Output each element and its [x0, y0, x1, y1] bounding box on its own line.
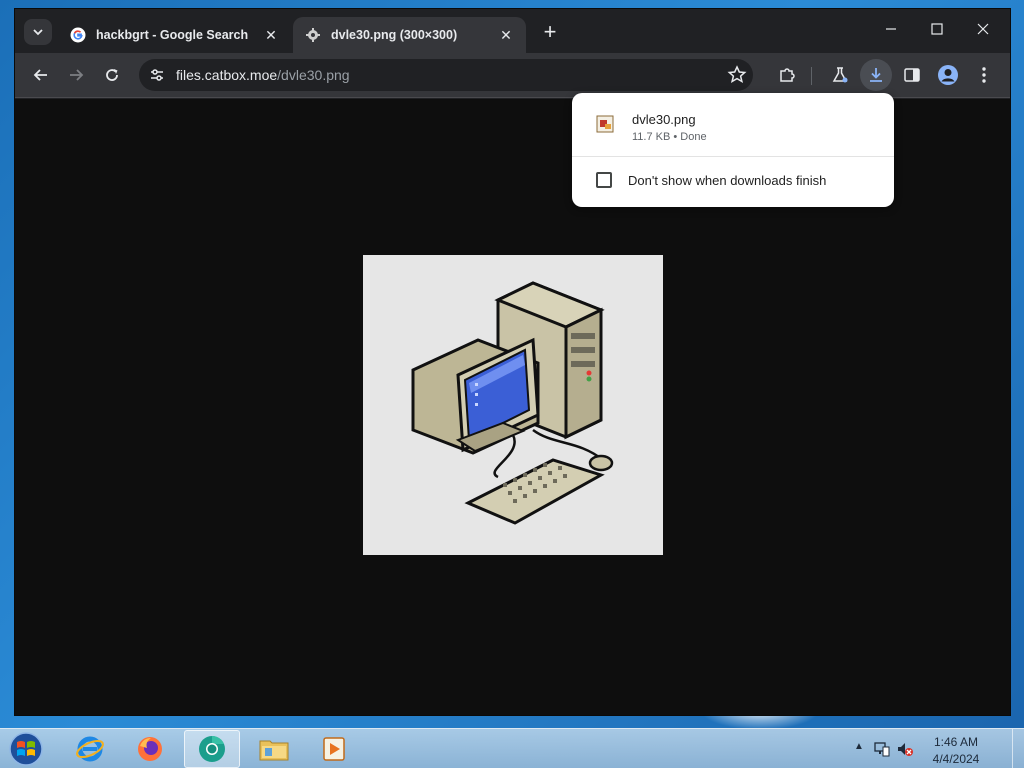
volume-muted-icon[interactable] [896, 741, 914, 757]
profile-button[interactable] [936, 63, 960, 87]
taskbar-file-explorer[interactable] [246, 730, 302, 768]
gear-favicon-icon [306, 28, 320, 42]
browser-window: hackbgrt - Google Search ✕ dvle30.png (3… [14, 8, 1011, 716]
taskbar-chrome[interactable] [184, 730, 240, 768]
close-icon [977, 23, 989, 35]
show-hidden-icons-button[interactable]: ▲ [854, 741, 864, 752]
dont-show-checkbox[interactable] [596, 172, 612, 188]
clock-time[interactable]: 1:46 AM [924, 735, 988, 749]
displayed-image[interactable] [363, 255, 663, 555]
dont-show-label: Don't show when downloads finish [628, 173, 827, 188]
reload-button[interactable] [100, 63, 124, 87]
close-tab-icon[interactable]: ✕ [498, 27, 514, 43]
download-icon [870, 68, 882, 82]
tab-strip: hackbgrt - Google Search ✕ dvle30.png (3… [15, 9, 1010, 53]
new-tab-button[interactable]: + [538, 21, 562, 45]
toolbar-divider [811, 67, 812, 85]
image-file-icon [596, 115, 614, 133]
taskbar-internet-explorer[interactable] [62, 730, 118, 768]
arrow-left-icon [33, 69, 47, 81]
download-item[interactable]: dvle30.png 11.7 KB • Done [572, 93, 894, 157]
tab-image[interactable]: dvle30.png (300×300) ✕ [293, 17, 526, 53]
network-icon[interactable] [874, 741, 890, 757]
windows-logo-icon [9, 732, 43, 766]
taskbar-firefox[interactable] [122, 730, 178, 768]
tab-title: dvle30.png (300×300) [331, 28, 458, 42]
internet-explorer-icon [76, 736, 104, 762]
close-window-button[interactable] [960, 19, 1006, 43]
clock-date[interactable]: 4/4/2024 [924, 752, 988, 766]
back-button[interactable] [29, 63, 53, 87]
maximize-button[interactable] [914, 19, 960, 43]
download-file-name: dvle30.png [632, 112, 696, 127]
close-tab-icon[interactable]: ✕ [263, 27, 279, 43]
kebab-menu-icon [982, 67, 986, 83]
menu-button[interactable] [972, 63, 996, 87]
url-host: files.catbox.moe [176, 67, 278, 83]
downloads-button[interactable] [860, 59, 892, 91]
retro-computer-pixel-art [411, 281, 614, 525]
download-bubble: dvle30.png 11.7 KB • Done Don't show whe… [572, 93, 894, 207]
windows-taskbar: ▲ 1:46 AM 4/4/2024 [0, 728, 1024, 768]
forward-button[interactable] [64, 63, 88, 87]
dont-show-option[interactable]: Don't show when downloads finish [572, 157, 894, 207]
download-status: 11.7 KB • Done [632, 131, 707, 143]
puzzle-icon [780, 68, 795, 82]
reload-icon [106, 69, 118, 81]
minimize-button[interactable] [868, 19, 914, 43]
url-text: files.catbox.moe/dvle30.png [176, 67, 350, 83]
browser-toolbar: files.catbox.moe/dvle30.png [15, 53, 1010, 98]
chevron-down-icon [33, 29, 43, 36]
tab-title: hackbgrt - Google Search [96, 28, 249, 42]
side-panel-button[interactable] [900, 63, 924, 87]
flask-icon [832, 67, 848, 83]
minimize-icon [886, 28, 896, 30]
system-tray: ▲ 1:46 AM 4/4/2024 [854, 729, 1024, 768]
bookmark-star-icon[interactable] [725, 63, 749, 87]
tab-google-search[interactable]: hackbgrt - Google Search ✕ [58, 17, 291, 53]
firefox-icon [138, 737, 162, 761]
labs-button[interactable] [828, 63, 852, 87]
url-path: /dvle30.png [277, 67, 350, 83]
start-button[interactable] [6, 731, 46, 767]
google-g-icon [70, 27, 86, 43]
taskbar-media-player[interactable] [306, 730, 362, 768]
folder-icon [259, 740, 289, 761]
media-player-icon [323, 737, 345, 761]
side-panel-icon [904, 68, 920, 82]
extensions-button[interactable] [775, 63, 799, 87]
avatar-icon [938, 65, 958, 85]
chrome-icon [199, 736, 225, 762]
maximize-icon [931, 23, 943, 35]
show-desktop-button[interactable] [1012, 729, 1024, 768]
arrow-right-icon [70, 69, 84, 81]
address-bar[interactable]: files.catbox.moe/dvle30.png [139, 59, 753, 91]
site-info-icon[interactable] [148, 66, 166, 84]
tab-search-button[interactable] [24, 19, 52, 45]
